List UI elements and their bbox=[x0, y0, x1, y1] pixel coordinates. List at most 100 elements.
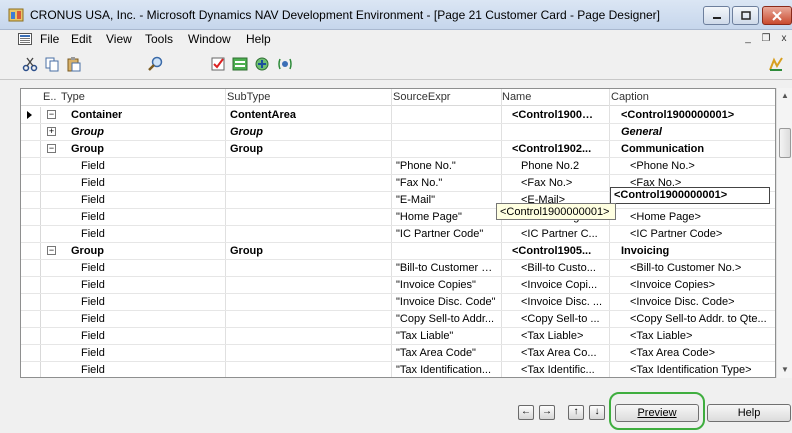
move-right-button[interactable]: → bbox=[539, 405, 555, 420]
table-row[interactable]: − Group Group <Control1902... Communication bbox=[21, 141, 775, 158]
cell-sourceexpr[interactable]: "Bill-to Customer No." bbox=[396, 262, 498, 274]
collapse-icon[interactable]: − bbox=[47, 246, 56, 255]
cell-subtype[interactable]: Group bbox=[230, 126, 263, 138]
cell-caption[interactable]: General bbox=[621, 126, 662, 138]
cell-name[interactable]: <Control190000... bbox=[512, 109, 598, 121]
header-name[interactable]: Name bbox=[502, 91, 531, 103]
cell-caption[interactable]: <Invoice Copies> bbox=[630, 279, 715, 291]
cell-caption[interactable]: Communication bbox=[621, 143, 704, 155]
collapse-icon[interactable]: − bbox=[47, 110, 56, 119]
row-selector[interactable] bbox=[21, 277, 41, 293]
table-row[interactable]: Field "Tax Identification... <Tax Identifi… bbox=[21, 362, 775, 377]
cell-type[interactable]: Field bbox=[81, 211, 105, 223]
cell-subtype[interactable]: Group bbox=[230, 143, 263, 155]
header-sourceexpr[interactable]: SourceExpr bbox=[393, 91, 450, 103]
mdi-restore-button[interactable]: ❐ bbox=[758, 32, 774, 46]
properties-icon[interactable] bbox=[210, 56, 226, 72]
row-selector[interactable] bbox=[21, 192, 41, 208]
table-row[interactable]: Field "Bill-to Customer No." <Bill-to Cust… bbox=[21, 260, 775, 277]
cell-name[interactable]: Phone No.2 bbox=[521, 160, 579, 172]
help-button[interactable]: Help bbox=[707, 404, 791, 422]
menu-help[interactable]: Help bbox=[246, 32, 271, 46]
row-selector[interactable] bbox=[21, 311, 41, 327]
move-up-button[interactable]: ↑ bbox=[568, 405, 584, 420]
cell-name[interactable]: <Invoice Disc. ... bbox=[521, 296, 602, 308]
table-row[interactable]: Field "IC Partner Code" <IC Partner C... <I… bbox=[21, 226, 775, 243]
move-left-button[interactable]: ← bbox=[518, 405, 534, 420]
table-row[interactable]: Field"Home Page"<Home Page><Home Page> bbox=[21, 209, 775, 226]
cell-type[interactable]: Field bbox=[81, 228, 105, 240]
maximize-button[interactable] bbox=[732, 6, 759, 25]
row-selector[interactable] bbox=[21, 362, 41, 377]
cell-caption[interactable]: <Tax Identification Type> bbox=[630, 364, 752, 376]
find-icon[interactable] bbox=[148, 56, 164, 72]
cell-name[interactable]: <Bill-to Custo... bbox=[521, 262, 596, 274]
mdi-minimize-button[interactable]: _ bbox=[740, 32, 756, 46]
cell-sourceexpr[interactable]: "E-Mail" bbox=[396, 194, 435, 206]
row-selector[interactable] bbox=[21, 345, 41, 361]
cell-sourceexpr[interactable]: "Phone No." bbox=[396, 160, 456, 172]
cell-type[interactable]: Field bbox=[81, 347, 105, 359]
expand-icon[interactable]: + bbox=[47, 127, 56, 136]
cell-name[interactable]: <Tax Liable> bbox=[521, 330, 583, 342]
copy-icon[interactable] bbox=[44, 56, 60, 72]
cell-caption[interactable]: <Phone No.> bbox=[630, 160, 695, 172]
row-selector[interactable] bbox=[21, 209, 41, 225]
table-row[interactable]: Field "Invoice Disc. Code" <Invoice Disc. … bbox=[21, 294, 775, 311]
table-row[interactable]: − Container ContentArea <Control190000... <C… bbox=[21, 107, 775, 124]
cell-sourceexpr[interactable]: "Invoice Disc. Code" bbox=[396, 296, 496, 308]
cell-caption[interactable]: <Tax Liable> bbox=[630, 330, 692, 342]
row-selector[interactable] bbox=[21, 175, 41, 191]
cell-sourceexpr[interactable]: "Invoice Copies" bbox=[396, 279, 476, 291]
scroll-down-icon[interactable]: ▼ bbox=[777, 362, 792, 378]
cell-sourceexpr[interactable]: "Tax Identification... bbox=[396, 364, 491, 376]
menu-view[interactable]: View bbox=[106, 32, 132, 46]
cell-sourceexpr[interactable]: "Copy Sell-to Addr... bbox=[396, 313, 494, 325]
cell-type[interactable]: Field bbox=[81, 160, 105, 172]
row-selector[interactable] bbox=[21, 226, 41, 242]
preview-button[interactable]: Preview bbox=[615, 404, 699, 422]
row-selector[interactable] bbox=[21, 260, 41, 276]
cell-sourceexpr[interactable]: "Tax Area Code" bbox=[396, 347, 476, 359]
cell-type[interactable]: Field bbox=[81, 279, 105, 291]
row-selector[interactable] bbox=[21, 328, 41, 344]
table-row[interactable]: Field "Tax Liable" <Tax Liable> <Tax Liable… bbox=[21, 328, 775, 345]
cell-caption[interactable]: <Bill-to Customer No.> bbox=[630, 262, 741, 274]
move-down-button[interactable]: ↓ bbox=[589, 405, 605, 420]
cell-name[interactable]: <Tax Area Co... bbox=[521, 347, 597, 359]
menu-tools[interactable]: Tools bbox=[145, 32, 173, 46]
cell-sourceexpr[interactable]: "Home Page" bbox=[396, 211, 462, 223]
cell-type[interactable]: Group bbox=[71, 126, 104, 138]
cell-type[interactable]: Field bbox=[81, 177, 105, 189]
row-selector[interactable] bbox=[21, 294, 41, 310]
help-icon[interactable] bbox=[768, 56, 784, 72]
cell-name[interactable]: <Tax Identific... bbox=[521, 364, 595, 376]
collapse-icon[interactable]: − bbox=[47, 144, 56, 153]
cell-caption[interactable]: <Copy Sell-to Addr. to Qte... bbox=[630, 313, 767, 325]
cell-name[interactable]: <Control1905... bbox=[512, 245, 591, 257]
table-row[interactable]: + Group Group General bbox=[21, 124, 775, 141]
header-caption[interactable]: Caption bbox=[611, 91, 649, 103]
row-selector[interactable] bbox=[21, 124, 41, 140]
table-row[interactable]: − Group Group <Control1905... Invoicing bbox=[21, 243, 775, 260]
c-al-symbols-icon[interactable] bbox=[254, 56, 270, 72]
document-menu-icon[interactable] bbox=[18, 33, 32, 45]
cell-subtype[interactable]: ContentArea bbox=[230, 109, 296, 121]
cell-caption[interactable]: Invoicing bbox=[621, 245, 669, 257]
minimize-button[interactable] bbox=[703, 6, 730, 25]
table-row[interactable]: Field "Tax Area Code" <Tax Area Co... <Tax … bbox=[21, 345, 775, 362]
vertical-scrollbar[interactable]: ▲ ▼ bbox=[776, 88, 792, 378]
cell-name[interactable]: <IC Partner C... bbox=[521, 228, 598, 240]
cell-type[interactable]: Field bbox=[81, 330, 105, 342]
cell-type[interactable]: Container bbox=[71, 109, 122, 121]
cell-type[interactable]: Field bbox=[81, 262, 105, 274]
action-designer-icon[interactable] bbox=[277, 56, 293, 72]
header-type[interactable]: Type bbox=[61, 91, 85, 103]
cell-name[interactable]: <Fax No.> bbox=[521, 177, 572, 189]
row-selector[interactable] bbox=[21, 243, 41, 259]
scroll-thumb[interactable] bbox=[779, 128, 791, 158]
table-row[interactable]: Field "Invoice Copies" <Invoice Copi... <In… bbox=[21, 277, 775, 294]
cell-subtype[interactable]: Group bbox=[230, 245, 263, 257]
cell-name[interactable]: <Invoice Copi... bbox=[521, 279, 597, 291]
cell-caption[interactable]: <Control1900000001> bbox=[621, 109, 734, 121]
